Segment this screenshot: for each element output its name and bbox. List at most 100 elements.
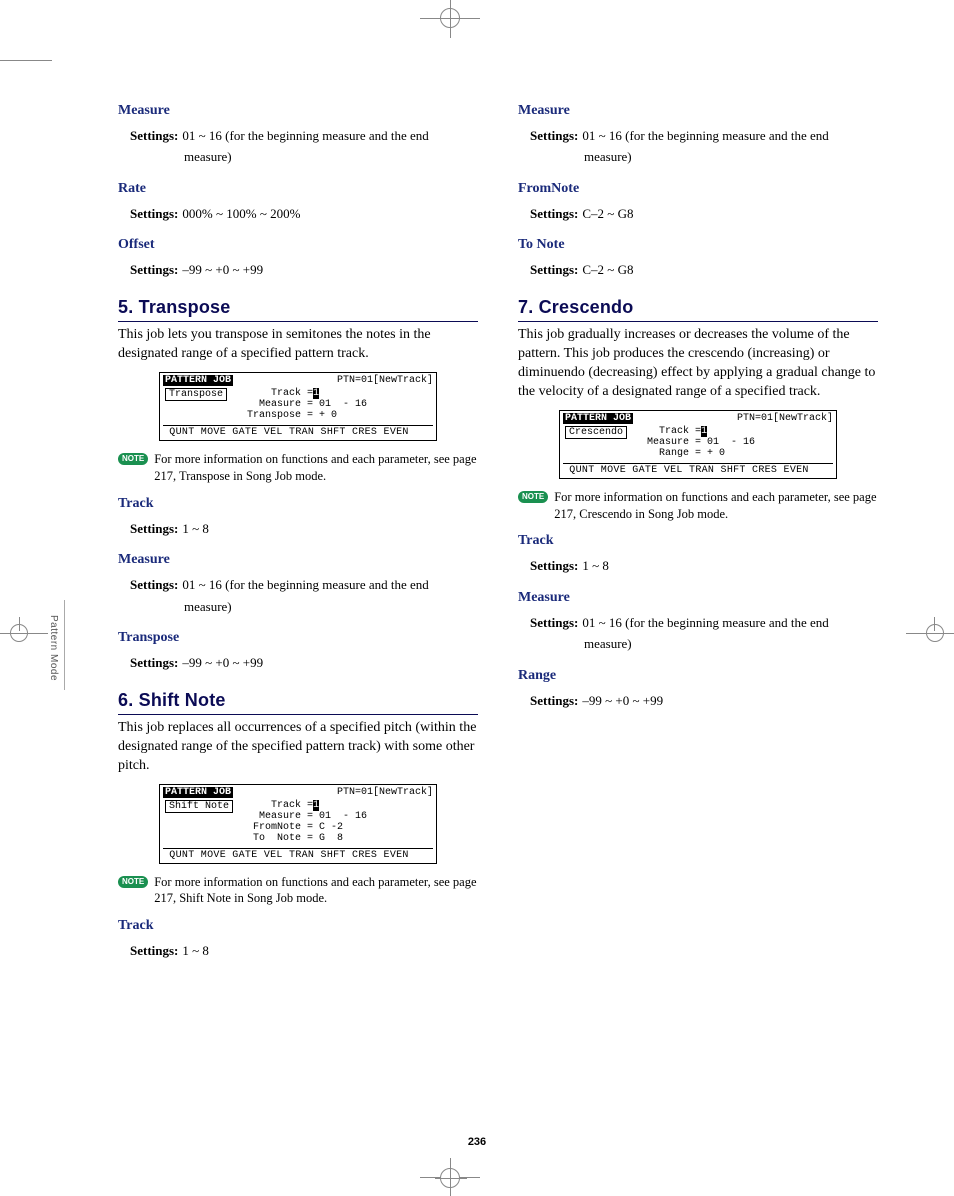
settings-row: Settings: 1 ~ 8 — [130, 942, 478, 960]
settings-row: Settings: 01 ~ 16 (for the beginning mea… — [130, 127, 478, 145]
param-heading-measure: Measure — [518, 589, 878, 608]
lcd-tabs: QUNT MOVE GATE VEL TRAN SHFT CRES EVEN — [563, 463, 833, 476]
settings-label: Settings: — [130, 654, 178, 672]
page-number: 236 — [0, 1136, 954, 1148]
settings-label: Settings: — [530, 614, 578, 632]
left-column: Measure Settings: 01 ~ 16 (for the begin… — [118, 96, 478, 964]
settings-label: Settings: — [530, 557, 578, 575]
settings-value-cont: measure) — [584, 148, 878, 166]
settings-label: Settings: — [530, 127, 578, 145]
lcd-jobname: Crescendo — [565, 426, 627, 439]
settings-row: Settings: –99 ~ +0 ~ +99 — [130, 654, 478, 672]
side-tab-divider — [64, 600, 65, 690]
settings-value: 01 ~ 16 (for the beginning measure and t… — [182, 576, 428, 594]
lcd-pattern-indicator: PTN=01[NewTrack] — [337, 375, 433, 386]
settings-row: Settings: 01 ~ 16 (for the beginning mea… — [530, 614, 878, 632]
lcd-screenshot-shift-note: PATTERN JOB PTN=01[NewTrack] Shift Note … — [159, 784, 437, 864]
settings-value: 01 ~ 16 (for the beginning measure and t… — [582, 614, 828, 632]
settings-label: Settings: — [530, 261, 578, 279]
settings-row: Settings: 1 ~ 8 — [530, 557, 878, 575]
settings-value: 000% ~ 100% ~ 200% — [182, 205, 300, 223]
lcd-tabs: QUNT MOVE GATE VEL TRAN SHFT CRES EVEN — [163, 425, 433, 438]
lcd-title: PATTERN JOB — [163, 375, 233, 386]
settings-label: Settings: — [130, 261, 178, 279]
settings-value: 01 ~ 16 (for the beginning measure and t… — [582, 127, 828, 145]
settings-value: –99 ~ +0 ~ +99 — [582, 692, 663, 710]
section-heading-crescendo: 7. Crescendo — [518, 295, 878, 322]
settings-row: Settings: 000% ~ 100% ~ 200% — [130, 205, 478, 223]
lcd-jobname: Transpose — [165, 388, 227, 401]
param-heading-range: Range — [518, 667, 878, 686]
param-heading-measure: Measure — [518, 102, 878, 121]
note-badge-icon: NOTE — [118, 453, 148, 465]
settings-row: Settings: 1 ~ 8 — [130, 520, 478, 538]
section-body: This job lets you transpose in semitones… — [118, 326, 478, 364]
settings-label: Settings: — [130, 520, 178, 538]
crop-mark — [0, 633, 48, 634]
param-heading-measure: Measure — [118, 551, 478, 570]
settings-value: –99 ~ +0 ~ +99 — [182, 654, 263, 672]
lcd-params: Track =1 Measure = 01 - 16 Range = + 0 — [647, 426, 755, 459]
crop-mark — [0, 60, 52, 61]
settings-value: 01 ~ 16 (for the beginning measure and t… — [182, 127, 428, 145]
lcd-title: PATTERN JOB — [163, 787, 233, 798]
settings-label: Settings: — [130, 205, 178, 223]
lcd-screenshot-transpose: PATTERN JOB PTN=01[NewTrack] Transpose T… — [159, 372, 437, 441]
settings-value: C–2 ~ G8 — [582, 205, 633, 223]
page-content: Measure Settings: 01 ~ 16 (for the begin… — [118, 96, 878, 964]
settings-row: Settings: –99 ~ +0 ~ +99 — [530, 692, 878, 710]
param-heading-tonote: To Note — [518, 236, 878, 255]
lcd-params: Track =1 Measure = 01 - 16 Transpose = +… — [247, 388, 367, 421]
param-heading-track: Track — [118, 495, 478, 514]
param-heading-measure: Measure — [118, 102, 478, 121]
section-heading-transpose: 5. Transpose — [118, 295, 478, 322]
crop-mark — [934, 617, 935, 631]
note-block: NOTE For more information on functions a… — [518, 489, 878, 523]
note-badge-icon: NOTE — [518, 491, 548, 503]
settings-label: Settings: — [530, 205, 578, 223]
lcd-pattern-indicator: PTN=01[NewTrack] — [737, 413, 833, 424]
settings-row: Settings: –99 ~ +0 ~ +99 — [130, 261, 478, 279]
note-B-icon: NOTE — [118, 876, 148, 888]
settings-label: Settings: — [130, 576, 178, 594]
settings-value-cont: measure) — [584, 635, 878, 653]
settings-label: Settings: — [130, 942, 178, 960]
param-heading-track: Track — [518, 532, 878, 551]
lcd-jobname: Shift Note — [165, 800, 233, 813]
registration-mark-icon — [440, 8, 460, 28]
settings-value: 1 ~ 8 — [182, 942, 209, 960]
lcd-screenshot-crescendo: PATTERN JOB PTN=01[NewTrack] Crescendo T… — [559, 410, 837, 479]
settings-row: Settings: 01 ~ 16 (for the beginning mea… — [530, 127, 878, 145]
lcd-title: PATTERN JOB — [563, 413, 633, 424]
lcd-params: Track =1 Measure = 01 - 16 FromNote = C … — [253, 800, 367, 844]
note-text: For more information on functions and ea… — [154, 874, 478, 908]
settings-label: Settings: — [130, 127, 178, 145]
param-heading-transpose: Transpose — [118, 629, 478, 648]
settings-value: –99 ~ +0 ~ +99 — [182, 261, 263, 279]
lcd-pattern-indicator: PTN=01[NewTrack] — [337, 787, 433, 798]
section-body: This job replaces all occurrences of a s… — [118, 719, 478, 776]
right-column: Measure Settings: 01 ~ 16 (for the begin… — [518, 96, 878, 964]
crop-mark — [19, 617, 20, 631]
param-heading-rate: Rate — [118, 180, 478, 199]
param-heading-track: Track — [118, 917, 478, 936]
crop-mark — [906, 633, 954, 634]
param-heading-offset: Offset — [118, 236, 478, 255]
section-body: This job gradually increases or decrease… — [518, 326, 878, 402]
settings-value: 1 ~ 8 — [582, 557, 609, 575]
side-tab-label: Pattern Mode — [48, 615, 59, 681]
note-block: NOTE For more information on functions a… — [118, 451, 478, 485]
settings-row: Settings: C–2 ~ G8 — [530, 261, 878, 279]
settings-value-cont: measure) — [184, 148, 478, 166]
settings-row: Settings: 01 ~ 16 (for the beginning mea… — [130, 576, 478, 594]
settings-value: C–2 ~ G8 — [582, 261, 633, 279]
note-text: For more information on functions and ea… — [554, 489, 878, 523]
section-heading-shift-note: 6. Shift Note — [118, 688, 478, 715]
settings-label: Settings: — [530, 692, 578, 710]
lcd-tabs: QUNT MOVE GATE VEL TRAN SHFT CRES EVEN — [163, 848, 433, 861]
note-text: For more information on functions and ea… — [154, 451, 478, 485]
settings-value: 1 ~ 8 — [182, 520, 209, 538]
param-heading-fromnote: FromNote — [518, 180, 878, 199]
note-block: NOTE For more information on functions a… — [118, 874, 478, 908]
registration-mark-icon — [440, 1168, 460, 1188]
